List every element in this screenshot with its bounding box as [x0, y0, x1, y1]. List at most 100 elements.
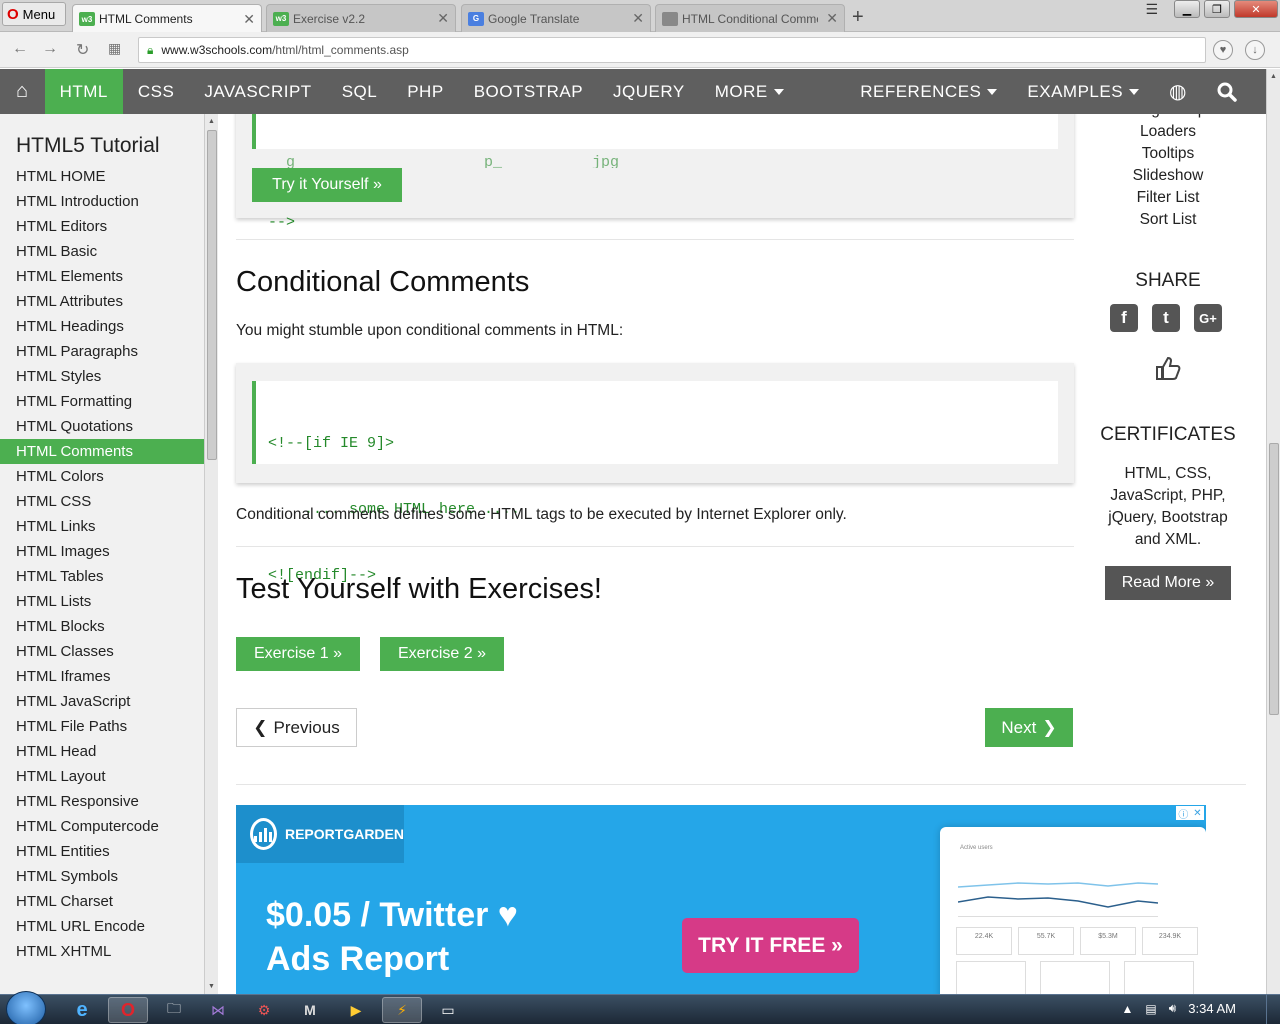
sidebar-item-html-introduction[interactable]: HTML Introduction: [0, 189, 204, 214]
back-icon[interactable]: ←: [12, 40, 28, 58]
sidebar-item-html-images[interactable]: HTML Images: [0, 539, 204, 564]
sidebar-item-html-basic[interactable]: HTML Basic: [0, 239, 204, 264]
page-scroll-thumb[interactable]: [1269, 443, 1279, 715]
sidebar-item-html-links[interactable]: HTML Links: [0, 514, 204, 539]
sidebar-item-html-blocks[interactable]: HTML Blocks: [0, 614, 204, 639]
nav-examples[interactable]: EXAMPLES: [1012, 69, 1154, 114]
sidebar-item-html-layout[interactable]: HTML Layout: [0, 764, 204, 789]
close-tab-icon[interactable]: ✕: [826, 10, 838, 27]
clock[interactable]: 3:34 AM: [1188, 1001, 1236, 1016]
sidebar-item-html-attributes[interactable]: HTML Attributes: [0, 289, 204, 314]
sidebar-item-html-charset[interactable]: HTML Charset: [0, 889, 204, 914]
right-link[interactable]: Filter List: [1088, 189, 1248, 207]
nav-bootstrap[interactable]: BOOTSTRAP: [459, 69, 598, 114]
sidebar-item-html-url-encode[interactable]: HTML URL Encode: [0, 914, 204, 939]
page-scrollbar[interactable]: ▲: [1266, 69, 1280, 994]
internet-explorer-icon[interactable]: e: [62, 997, 102, 1023]
nav-more[interactable]: MORE: [700, 69, 799, 114]
sidebar-scrollbar[interactable]: ▲ ▼: [204, 114, 218, 994]
globe-icon[interactable]: ◍: [1154, 69, 1202, 114]
volume-icon[interactable]: 🔊︎: [1169, 1001, 1177, 1016]
sidebar-item-html-lists[interactable]: HTML Lists: [0, 589, 204, 614]
opera-menu-button[interactable]: O Menu: [2, 2, 66, 26]
close-window-button[interactable]: ✕: [1234, 0, 1278, 18]
nav-javascript[interactable]: JAVASCRIPT: [189, 69, 326, 114]
browser-tab[interactable]: w3 HTML Comments ✕: [72, 4, 262, 33]
close-tab-icon[interactable]: ✕: [243, 11, 255, 28]
google-plus-icon[interactable]: G+: [1194, 304, 1222, 332]
right-link[interactable]: Tooltips: [1088, 145, 1248, 163]
file-explorer-icon[interactable]: 🗀︎: [154, 997, 194, 1023]
next-button[interactable]: Next ❯: [985, 708, 1073, 747]
right-link[interactable]: Loaders: [1088, 123, 1248, 141]
reload-icon[interactable]: ↻: [76, 40, 89, 60]
sidebar-item-html-symbols[interactable]: HTML Symbols: [0, 864, 204, 889]
thumbs-up-icon[interactable]: [1154, 354, 1182, 389]
sidebar-item-html-iframes[interactable]: HTML Iframes: [0, 664, 204, 689]
twitter-icon[interactable]: t: [1152, 304, 1180, 332]
sidebar-item-html-tables[interactable]: HTML Tables: [0, 564, 204, 589]
media-player-icon[interactable]: ▶: [336, 997, 376, 1023]
network-icon[interactable]: ▤: [1145, 1002, 1156, 1016]
nav-references[interactable]: REFERENCES: [845, 69, 1012, 114]
app-icon[interactable]: ⚙︎: [244, 997, 284, 1023]
read-more-button[interactable]: Read More »: [1105, 566, 1231, 600]
minimize-button[interactable]: ▁: [1174, 0, 1200, 18]
sidebar-scroll-thumb[interactable]: [207, 130, 217, 460]
nav-css[interactable]: CSS: [123, 69, 189, 114]
home-icon[interactable]: ⌂: [0, 69, 45, 114]
sidebar-item-html-comments[interactable]: HTML Comments: [0, 439, 204, 464]
sidebar-item-html-paragraphs[interactable]: HTML Paragraphs: [0, 339, 204, 364]
search-icon[interactable]: [1202, 69, 1252, 114]
nav-php[interactable]: PHP: [392, 69, 458, 114]
sidebar-item-html-entities[interactable]: HTML Entities: [0, 839, 204, 864]
sidebar-item-html-xhtml[interactable]: HTML XHTML: [0, 939, 204, 964]
sidebar-item-html-headings[interactable]: HTML Headings: [0, 314, 204, 339]
new-tab-button[interactable]: +: [852, 6, 864, 29]
sidebar-item-html-colors[interactable]: HTML Colors: [0, 464, 204, 489]
forward-icon[interactable]: →: [42, 40, 58, 58]
previous-button[interactable]: ❮ Previous: [236, 708, 357, 747]
ad-choices-icon[interactable]: ⓘ ✕: [1176, 806, 1204, 821]
sidebar-item-html-classes[interactable]: HTML Classes: [0, 639, 204, 664]
browser-tab[interactable]: HTML Conditional Comme ✕: [655, 4, 845, 32]
download-icon[interactable]: ↓: [1245, 40, 1265, 60]
nav-sql[interactable]: SQL: [327, 69, 393, 114]
sidebar-item-html-home[interactable]: HTML HOME: [0, 164, 204, 189]
opera-taskbar-icon[interactable]: O: [108, 997, 148, 1023]
sidebar-item-html-formatting[interactable]: HTML Formatting: [0, 389, 204, 414]
start-button[interactable]: [6, 991, 46, 1024]
sidebar-item-html-editors[interactable]: HTML Editors: [0, 214, 204, 239]
sidebar-item-html-css[interactable]: HTML CSS: [0, 489, 204, 514]
facebook-icon[interactable]: f: [1110, 304, 1138, 332]
try-it-yourself-button[interactable]: Try it Yourself »: [252, 168, 402, 202]
right-link[interactable]: Slideshow: [1088, 167, 1248, 185]
sidebar-item-html-head[interactable]: HTML Head: [0, 739, 204, 764]
sidebar-item-html-quotations[interactable]: HTML Quotations: [0, 414, 204, 439]
right-link[interactable]: Google Maps: [1088, 114, 1248, 119]
sidebar-item-html-javascript[interactable]: HTML JavaScript: [0, 689, 204, 714]
browser-tab[interactable]: w3 Exercise v2.2 ✕: [266, 4, 456, 32]
browser-tab[interactable]: G Google Translate ✕: [461, 4, 651, 32]
sidebar-item-html-computercode[interactable]: HTML Computercode: [0, 814, 204, 839]
close-tab-icon[interactable]: ✕: [437, 10, 449, 27]
advertisement-banner[interactable]: REPORTGARDEN $0.05 / Twitter ♥ Ads Repor…: [236, 805, 1206, 994]
right-link[interactable]: Sort List: [1088, 211, 1248, 229]
app-m-icon[interactable]: M: [290, 997, 330, 1023]
exercise-1-button[interactable]: Exercise 1 »: [236, 637, 360, 671]
sidebar-item-html-responsive[interactable]: HTML Responsive: [0, 789, 204, 814]
exercise-2-button[interactable]: Exercise 2 »: [380, 637, 504, 671]
ad-try-free-button[interactable]: TRY IT FREE »: [682, 918, 859, 973]
nav-html[interactable]: HTML: [44, 69, 123, 114]
close-tab-icon[interactable]: ✕: [632, 10, 644, 27]
sidebar-item-html-elements[interactable]: HTML Elements: [0, 264, 204, 289]
tab-menu-icon[interactable]: ☰: [1145, 1, 1158, 18]
maximize-button[interactable]: ❐: [1204, 0, 1230, 18]
visual-studio-icon[interactable]: ⋈: [198, 997, 238, 1023]
sidebar-item-html-file-paths[interactable]: HTML File Paths: [0, 714, 204, 739]
nav-jquery[interactable]: JQUERY: [598, 69, 700, 114]
sidebar-item-html-styles[interactable]: HTML Styles: [0, 364, 204, 389]
url-input[interactable]: 🔒︎ www.w3schools.com/html/html_comments.…: [138, 37, 1206, 63]
speed-dial-icon[interactable]: ▦: [108, 40, 121, 57]
flash-icon[interactable]: ⚡: [382, 997, 422, 1023]
